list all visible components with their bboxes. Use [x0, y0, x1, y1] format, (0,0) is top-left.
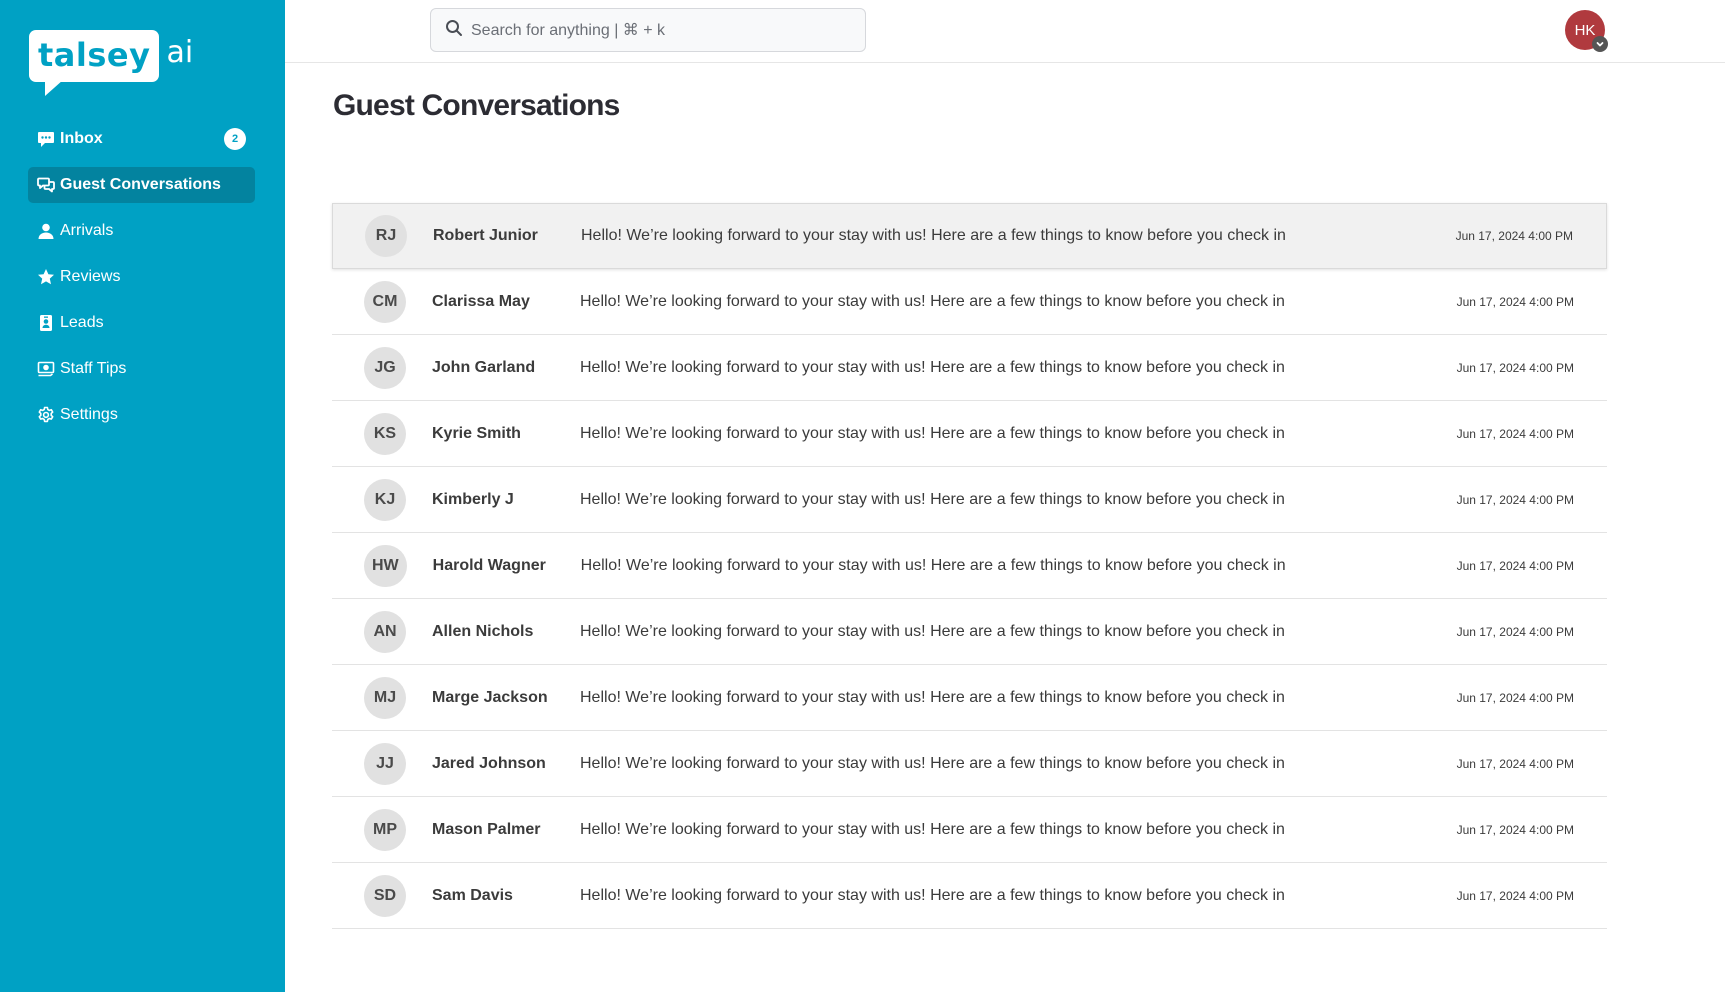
guest-name: John Garland [432, 358, 536, 376]
conversation-row[interactable]: SD Sam Davis Hello! We’re looking forward … [332, 863, 1607, 929]
logo-bubble: talsey [29, 30, 160, 96]
conversation-row[interactable]: AN Allen Nichols Hello! We’re looking forw… [332, 599, 1607, 665]
conversation-row[interactable]: JG John Garland Hello! We’re looking forwa… [332, 335, 1607, 401]
sidebar-item-leads[interactable]: Leads [28, 305, 255, 341]
message-preview: Hello! We’re looking forward to your sta… [580, 886, 1285, 904]
guest-avatar: HW [364, 544, 407, 587]
message-timestamp: Jun 17, 2024 4:00 PM [1456, 558, 1574, 573]
logo[interactable]: talsey ai [29, 30, 194, 96]
sidebar-item-reviews[interactable]: Reviews [28, 259, 255, 295]
star-icon [37, 268, 55, 286]
guest-name: Mason Palmer [432, 820, 541, 838]
money-tip-icon [37, 360, 55, 378]
search-placeholder: Search for anything | ⌘ + k [471, 22, 666, 39]
guest-avatar: MP [364, 808, 406, 851]
search-input[interactable]: Search for anything | ⌘ + k [430, 8, 866, 52]
sidebar-item-arrivals[interactable]: Arrivals [28, 213, 255, 249]
guest-name: Kimberly J [432, 490, 514, 508]
sidebar-item-inbox[interactable]: Inbox 2 [28, 121, 255, 157]
guest-avatar: CM [364, 280, 406, 323]
guest-avatar: AN [364, 610, 406, 653]
message-timestamp: Jun 17, 2024 4:00 PM [1456, 690, 1574, 705]
message-preview: Hello! We’re looking forward to your sta… [581, 227, 1286, 244]
message-preview: Hello! We’re looking forward to your sta… [580, 622, 1285, 640]
message-timestamp: Jun 17, 2024 4:00 PM [1456, 624, 1574, 639]
sidebar-item-label: Staff Tips [60, 360, 127, 377]
sidebar: talsey ai Inbox 2 Guest Conversations Ar… [0, 0, 285, 992]
message-timestamp: Jun 17, 2024 4:00 PM [1456, 360, 1574, 375]
search-icon [445, 19, 471, 42]
sidebar-item-label: Reviews [60, 268, 121, 285]
top-bar: Search for anything | ⌘ + k HK [285, 0, 1725, 63]
message-timestamp: Jun 17, 2024 4:00 PM [1456, 294, 1574, 309]
message-timestamp: Jun 17, 2024 4:00 PM [1456, 888, 1574, 903]
guest-avatar: JG [364, 346, 406, 389]
conversation-row[interactable]: CM Clarissa May Hello! We’re looking forwa… [332, 269, 1607, 335]
guest-name: Robert Junior [433, 227, 538, 244]
guest-avatar: MJ [364, 676, 406, 719]
sidebar-item-label: Leads [60, 314, 104, 331]
sidebar-item-label: Arrivals [60, 222, 114, 239]
guest-name: Allen Nichols [432, 622, 534, 640]
sidebar-item-label: Guest Conversations [60, 176, 221, 193]
message-preview: Hello! We’re looking forward to your sta… [580, 490, 1285, 508]
guest-avatar: SD [364, 874, 406, 917]
message-timestamp: Jun 17, 2024 4:00 PM [1456, 426, 1574, 441]
guest-name: Sam Davis [432, 886, 513, 904]
guest-avatar: KJ [364, 478, 406, 521]
logo-word: talsey [38, 36, 151, 74]
message-timestamp: Jun 17, 2024 4:00 PM [1456, 822, 1574, 837]
message-preview: Hello! We’re looking forward to your sta… [580, 556, 1286, 574]
guest-name: Harold Wagner [432, 556, 546, 574]
message-timestamp: Jun 17, 2024 4:00 PM [1455, 229, 1573, 243]
message-preview: Hello! We’re looking forward to your sta… [580, 292, 1285, 310]
sidebar-item-staff-tips[interactable]: Staff Tips [28, 351, 255, 387]
sidebar-item-label: Settings [60, 406, 118, 423]
user-menu-chevron-down-icon[interactable] [1592, 36, 1608, 52]
guest-avatar: KS [364, 412, 406, 455]
main-content: Search for anything | ⌘ + k HK Guest Con… [285, 0, 1725, 992]
conversation-row[interactable]: RJ Robert Junior Hello! We’re looking forw… [332, 203, 1607, 269]
message-preview: Hello! We’re looking forward to your sta… [580, 688, 1285, 706]
conversation-list: RJ Robert Junior Hello! We’re looking forw… [332, 203, 1607, 929]
chat-bubbles-icon [37, 176, 55, 194]
person-icon [37, 222, 55, 240]
guest-name: Kyrie Smith [432, 424, 521, 442]
id-badge-icon [37, 314, 55, 332]
conversation-row[interactable]: MP Mason Palmer Hello! We’re looking forwa… [332, 797, 1607, 863]
page-title: Guest Conversations [333, 89, 620, 122]
sidebar-nav: Inbox 2 Guest Conversations Arrivals Rev… [28, 121, 255, 443]
conversation-row[interactable]: KJ Kimberly J Hello! We’re looking forward… [332, 467, 1607, 533]
guest-name: Marge Jackson [432, 688, 548, 706]
sidebar-item-label: Inbox [60, 130, 103, 147]
logo-suffix: ai [166, 35, 194, 70]
conversation-row[interactable]: JJ Jared Johnson Hello! We’re looking forw… [332, 731, 1607, 797]
message-timestamp: Jun 17, 2024 4:00 PM [1456, 492, 1574, 507]
chat-bubble-dots-icon [37, 130, 55, 148]
message-timestamp: Jun 17, 2024 4:00 PM [1456, 756, 1574, 771]
sidebar-item-settings[interactable]: Settings [28, 397, 255, 433]
message-preview: Hello! We’re looking forward to your sta… [580, 358, 1285, 376]
gear-icon [37, 406, 55, 424]
guest-name: Jared Johnson [432, 754, 546, 772]
message-preview: Hello! We’re looking forward to your sta… [580, 754, 1285, 772]
conversation-row[interactable]: KS Kyrie Smith Hello! We’re looking forwar… [332, 401, 1607, 467]
inbox-count-badge: 2 [224, 128, 246, 150]
guest-avatar: RJ [365, 215, 407, 257]
guest-avatar: JJ [364, 742, 406, 785]
message-preview: Hello! We’re looking forward to your sta… [580, 820, 1285, 838]
conversation-row[interactable]: HW Harold Wagner Hello! We’re looking forw… [332, 533, 1607, 599]
app-root: talsey ai Inbox 2 Guest Conversations Ar… [0, 0, 1725, 992]
guest-name: Clarissa May [432, 292, 530, 310]
conversation-row[interactable]: MJ Marge Jackson Hello! We’re looking forw… [332, 665, 1607, 731]
message-preview: Hello! We’re looking forward to your sta… [580, 424, 1285, 442]
sidebar-item-guest-conversations[interactable]: Guest Conversations [28, 167, 255, 203]
